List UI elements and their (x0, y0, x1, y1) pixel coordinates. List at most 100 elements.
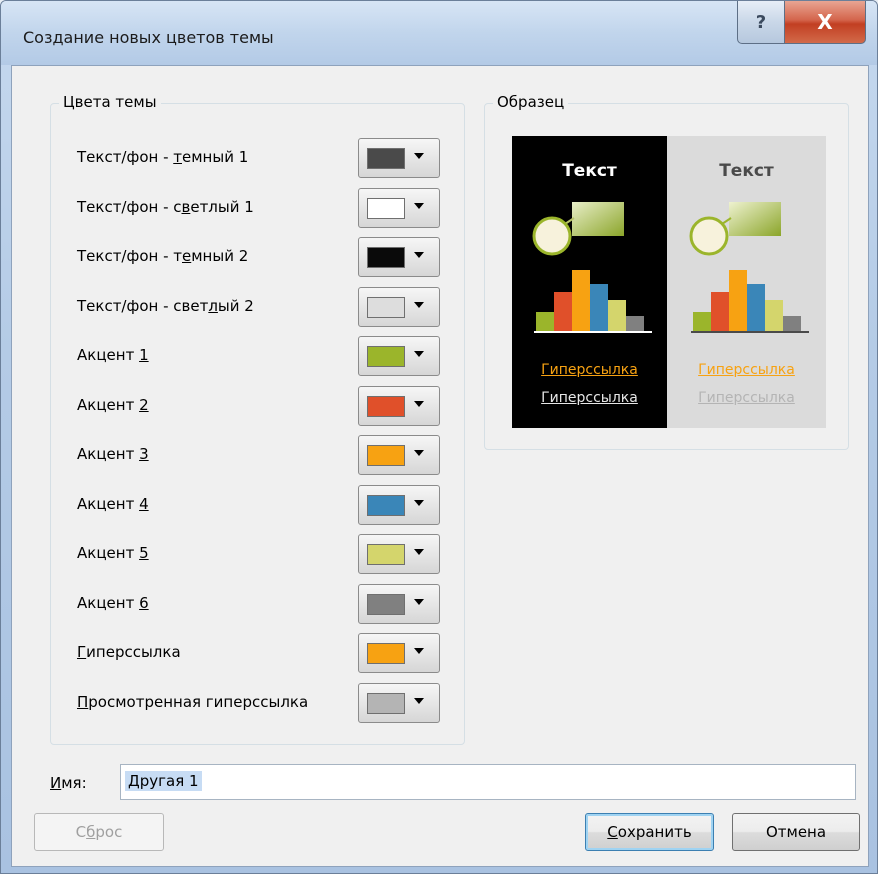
close-icon: X (817, 10, 833, 34)
dropdown-arrow-icon (414, 252, 424, 258)
sample-light-panel: Текст Гиперссылка Гиперссылка (667, 136, 826, 428)
help-button[interactable]: ? (737, 1, 785, 44)
dialog-title: Создание новых цветов темы (23, 28, 274, 47)
sample-chart-bar (693, 312, 711, 332)
sample-shape-circle (532, 216, 572, 256)
color-row: Текст/фон - темный 1 (51, 138, 464, 178)
color-row: Акцент 4 (51, 484, 464, 525)
dropdown-arrow-icon (414, 499, 424, 506)
dropdown-arrow-icon (414, 450, 424, 456)
color-picker-button[interactable] (358, 435, 440, 475)
color-row: Акцент 1 (51, 336, 464, 376)
sample-chart-bar (626, 316, 644, 332)
dialog-window: Создание новых цветов темы ? X Цвета тем… (0, 0, 878, 874)
sample-chart-bar (711, 292, 729, 332)
color-row-label: Гиперссылка (77, 643, 181, 661)
sample-dark-hyperlink: Гиперссылка (541, 362, 638, 378)
color-picker-button[interactable] (358, 385, 440, 426)
sample-title: Образец (493, 93, 569, 111)
color-picker-button[interactable] (358, 682, 440, 723)
dropdown-arrow-icon (414, 351, 424, 357)
dropdown-arrow-icon (414, 400, 424, 407)
sample-chart-bar (608, 300, 626, 332)
sample-preview: Текст Гиперссылка Гиперссылка Текст Гипе… (512, 136, 826, 428)
cancel-button[interactable]: Отмена (732, 813, 860, 851)
sample-light-hyperlink: Гиперссылка (698, 362, 795, 378)
sample-chart-bar (783, 316, 801, 332)
color-picker-button[interactable] (358, 534, 440, 574)
color-swatch (367, 692, 405, 714)
sample-dark-panel: Текст Гиперссылка Гиперссылка (512, 136, 667, 428)
color-row-label: Текст/фон - темный 2 (77, 247, 249, 265)
color-picker-button[interactable] (358, 583, 440, 624)
dropdown-arrow-icon (414, 598, 424, 605)
dropdown-arrow-icon (414, 202, 424, 209)
dropdown-arrow-icon (414, 301, 424, 308)
color-row: Акцент 5 (51, 534, 464, 574)
color-swatch (367, 296, 405, 318)
color-swatch (367, 445, 405, 466)
theme-colors-group: Цвета темы Текст/фон - темный 1 Текст/фон… (50, 93, 465, 745)
color-row: Текст/фон - темный 2 (51, 237, 464, 277)
color-row-label: Акцент 2 (77, 395, 149, 414)
sample-chart-bar (590, 284, 608, 332)
color-row: Гиперссылка (51, 633, 464, 673)
save-button[interactable]: Сохранить (585, 813, 714, 851)
color-row-label: Текст/фон - темный 1 (77, 148, 249, 166)
color-row: Акцент 3 (51, 435, 464, 475)
color-swatch (367, 643, 405, 664)
dropdown-arrow-icon (414, 648, 424, 654)
sample-dark-visited: Гиперссылка (541, 390, 638, 406)
color-picker-button[interactable] (358, 484, 440, 525)
color-row: Текст/фон - светлый 2 (51, 286, 464, 327)
sample-chart-bar (536, 312, 554, 332)
color-swatch (367, 395, 405, 417)
name-input-value: Другая 1 (125, 771, 202, 791)
color-picker-button[interactable] (358, 187, 440, 228)
sample-light-visited: Гиперссылка (698, 390, 795, 406)
color-row-label: Акцент 3 (77, 445, 149, 463)
color-row: Акцент 6 (51, 583, 464, 624)
color-row-label: Текст/фон - светлый 2 (77, 296, 254, 315)
color-swatch (367, 544, 405, 565)
reset-button[interactable]: Сб рос (34, 813, 164, 851)
color-row-label: Акцент 6 (77, 593, 149, 612)
color-swatch (367, 197, 405, 219)
color-swatch (367, 593, 405, 615)
dialog-body: Цвета темы Текст/фон - темный 1 Текст/фон… (11, 65, 869, 867)
color-row: Акцент 2 (51, 385, 464, 426)
color-row-label: Акцент 5 (77, 544, 149, 562)
color-swatch (367, 148, 405, 169)
color-row: Текст/фон - светлый 1 (51, 187, 464, 228)
sample-chart-bar (729, 270, 747, 332)
sample-shape-rect (572, 202, 624, 236)
sample-light-text: Текст (719, 161, 774, 181)
dropdown-arrow-icon (414, 697, 424, 704)
sample-shape-circle (689, 216, 729, 256)
dropdown-arrow-icon (414, 153, 424, 159)
color-row-label: Текст/фон - светлый 1 (77, 197, 254, 216)
close-button[interactable]: X (784, 1, 866, 44)
sample-group: Образец Текст Гиперссылка Гиперссылка Те… (484, 93, 849, 450)
color-picker-button[interactable] (358, 286, 440, 327)
sample-chart-bar (765, 300, 783, 332)
theme-colors-title: Цвета темы (59, 93, 161, 111)
color-row-label: Просмотренная гиперссылка (77, 692, 309, 711)
color-picker-button[interactable] (358, 336, 440, 376)
color-swatch (367, 247, 405, 268)
name-label: Имя: (50, 774, 87, 792)
color-swatch (367, 494, 405, 516)
sample-chart-bar (747, 284, 765, 332)
help-icon: ? (755, 11, 767, 33)
name-input[interactable]: Другая 1 (120, 764, 856, 800)
sample-chart-bar (572, 270, 590, 332)
sample-dark-text: Текст (562, 161, 617, 181)
color-row: Просмотренная гиперссылка (51, 682, 464, 723)
title-bar[interactable]: Создание новых цветов темы ? X (1, 1, 877, 65)
color-row-label: Акцент 4 (77, 494, 149, 513)
color-picker-button[interactable] (358, 138, 440, 178)
color-picker-button[interactable] (358, 237, 440, 277)
sample-chart-bar (554, 292, 572, 332)
color-picker-button[interactable] (358, 633, 440, 673)
sample-shape-rect (729, 202, 781, 236)
